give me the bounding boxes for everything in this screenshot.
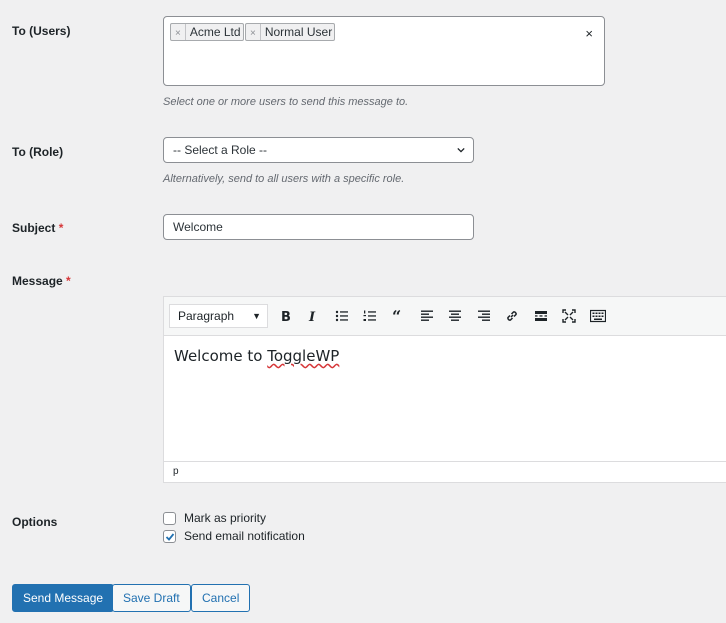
message-label: Message * <box>12 274 71 288</box>
editor-toolbar: Paragraph ▼ B I “ <box>164 297 726 336</box>
caret-down-icon: ▼ <box>252 311 261 321</box>
users-multiselect[interactable]: × Acme Ltd × Normal User × <box>163 16 605 86</box>
toolbar-toggle-icon[interactable] <box>588 307 608 325</box>
message-label-text: Message <box>12 274 63 288</box>
message-body-text: Welcome to <box>174 347 268 365</box>
subject-value: Welcome <box>173 220 223 234</box>
italic-icon[interactable]: I <box>303 307 323 325</box>
message-editor: Paragraph ▼ B I “ Welcome to ToggleWP p <box>163 296 726 483</box>
remove-chip-icon[interactable]: × <box>175 28 181 39</box>
cancel-button[interactable]: Cancel <box>191 584 251 612</box>
bullet-list-icon[interactable] <box>332 307 352 325</box>
user-chip: × Normal User <box>245 23 336 41</box>
email-notification-option[interactable]: Send email notification <box>163 529 305 543</box>
to-users-label: To (Users) <box>12 24 71 38</box>
subject-label-text: Subject <box>12 221 56 235</box>
priority-label: Mark as priority <box>184 511 267 525</box>
to-role-help: Alternatively, send to all users with a … <box>163 173 405 185</box>
remove-chip-icon[interactable]: × <box>250 28 256 39</box>
send-message-button[interactable]: Send Message <box>12 584 115 612</box>
align-right-icon[interactable] <box>474 307 494 325</box>
subject-input[interactable]: Welcome <box>163 214 474 240</box>
checkmark-icon <box>165 532 175 541</box>
align-center-icon[interactable] <box>445 307 465 325</box>
element-path[interactable]: p <box>173 466 179 477</box>
link-icon[interactable] <box>502 307 522 325</box>
format-select[interactable]: Paragraph ▼ <box>169 304 268 328</box>
email-notification-label: Send email notification <box>184 529 305 543</box>
svg-text:“: “ <box>392 309 401 323</box>
editor-content[interactable]: Welcome to ToggleWP <box>174 347 339 365</box>
email-notification-checkbox[interactable] <box>163 529 176 543</box>
user-chip-label: Acme Ltd <box>184 24 241 40</box>
options-label: Options <box>12 515 58 529</box>
fullscreen-icon[interactable] <box>559 307 579 325</box>
subject-label: Subject * <box>12 221 63 235</box>
save-draft-button[interactable]: Save Draft <box>112 584 191 612</box>
numbered-list-icon[interactable] <box>360 307 380 325</box>
format-select-value: Paragraph <box>178 309 235 323</box>
role-select[interactable]: -- Select a Role -- <box>163 137 474 163</box>
required-mark: * <box>58 221 64 235</box>
to-role-label: To (Role) <box>12 145 64 159</box>
editor-path-bar: p <box>164 461 726 482</box>
svg-text:I: I <box>308 310 316 323</box>
user-chip-label: Normal User <box>259 24 332 40</box>
blockquote-icon[interactable]: “ <box>389 307 409 325</box>
role-select-value: -- Select a Role -- <box>173 143 268 157</box>
required-mark: * <box>66 274 71 288</box>
svg-text:B: B <box>281 310 291 323</box>
to-users-help: Select one or more users to send this me… <box>163 96 409 108</box>
align-left-icon[interactable] <box>417 307 437 325</box>
priority-option[interactable]: Mark as priority <box>163 511 266 525</box>
misspelled-word: ToggleWP <box>267 347 340 365</box>
clear-all-icon[interactable]: × <box>585 26 593 41</box>
user-chip: × Acme Ltd <box>170 23 244 41</box>
read-more-icon[interactable] <box>531 307 551 325</box>
bold-icon[interactable]: B <box>275 307 295 325</box>
priority-checkbox[interactable] <box>163 511 176 525</box>
chevron-down-icon <box>457 147 465 153</box>
